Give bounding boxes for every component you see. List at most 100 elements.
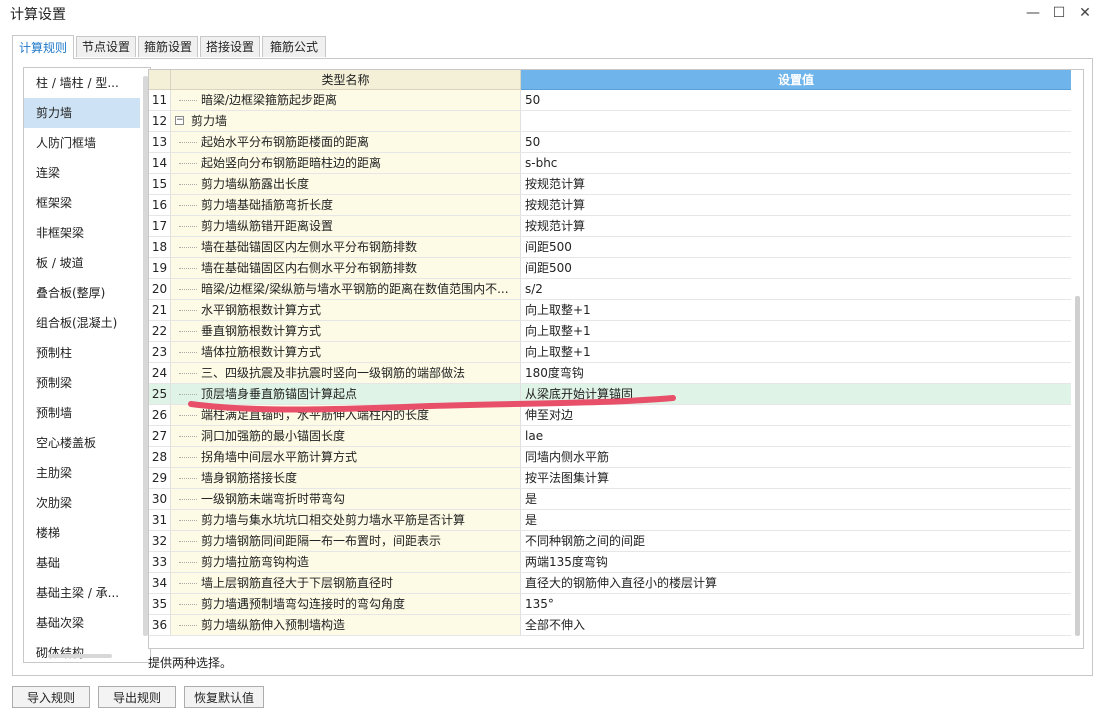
tab-stirrup-formula[interactable]: 箍筋公式 [262, 36, 326, 57]
row-setting-value[interactable]: 间距500 [521, 258, 1071, 279]
row-setting-value[interactable]: 全部不伸入 [521, 615, 1071, 636]
sidebar-item[interactable]: 叠合板(整厚) [24, 278, 140, 308]
row-setting-value[interactable]: 从梁底开始计算锚固 [521, 384, 1071, 405]
row-setting-value[interactable]: 间距500 [521, 237, 1071, 258]
row-setting-value[interactable]: 伸至对边 [521, 405, 1071, 426]
table-row[interactable]: 23 墙体拉筋根数计算方式 向上取整+1 [149, 342, 1071, 363]
sidebar-item[interactable]: 预制柱 [24, 338, 140, 368]
table-row[interactable]: 20 暗梁/边框梁/梁纵筋与墙水平钢筋的距离在数值范围内不... s/2 [149, 279, 1071, 300]
window-title: 计算设置 [10, 7, 66, 23]
sidebar-item[interactable]: 剪力墙 [24, 98, 140, 128]
row-setting-value[interactable]: 按规范计算 [521, 216, 1071, 237]
sidebar-item[interactable]: 基础 [24, 548, 140, 578]
sidebar-item[interactable]: 楼梯 [24, 518, 140, 548]
minimize-icon[interactable]: — [1022, 3, 1044, 23]
tree-guide-line [179, 142, 197, 143]
sidebar-item[interactable]: 非框架梁 [24, 218, 140, 248]
table-row[interactable]: 35 剪力墙遇预制墙弯勾连接时的弯勾角度 135° [149, 594, 1071, 615]
row-setting-value[interactable]: 50 [521, 90, 1071, 111]
sidebar-item[interactable]: 板 / 坡道 [24, 248, 140, 278]
sidebar-item[interactable]: 砌体结构 [24, 638, 140, 662]
grid-header: 类型名称 设置值 [149, 70, 1083, 90]
table-row[interactable]: 27 洞口加强筋的最小锚固长度 lae [149, 426, 1071, 447]
sidebar-item[interactable]: 基础主梁 / 承... [24, 578, 140, 608]
restore-defaults-button[interactable]: 恢复默认值 [184, 686, 264, 708]
table-row[interactable]: 31 剪力墙与集水坑坑口相交处剪力墙水平筋是否计算 是 [149, 510, 1071, 531]
row-setting-value[interactable]: 向上取整+1 [521, 342, 1071, 363]
row-type-name: 剪力墙基础插筋弯折长度 [171, 195, 521, 216]
table-row[interactable]: 36 剪力墙纵筋伸入预制墙构造 全部不伸入 [149, 615, 1071, 636]
table-row[interactable]: 18 墙在基础锚固区内左侧水平分布钢筋排数 间距500 [149, 237, 1071, 258]
sidebar-item[interactable]: 空心楼盖板 [24, 428, 140, 458]
table-row[interactable]: 24 三、四级抗震及非抗震时竖向一级钢筋的端部做法 180度弯钩 [149, 363, 1071, 384]
table-row[interactable]: 29 墙身钢筋搭接长度 按平法图集计算 [149, 468, 1071, 489]
row-setting-value[interactable]: 向上取整+1 [521, 300, 1071, 321]
row-setting-value[interactable]: 同墙内侧水平筋 [521, 447, 1071, 468]
row-setting-value[interactable]: 是 [521, 489, 1071, 510]
table-row[interactable]: 22 垂直钢筋根数计算方式 向上取整+1 [149, 321, 1071, 342]
table-row[interactable]: 25 顶层墙身垂直筋锚固计算起点 从梁底开始计算锚固 [149, 384, 1071, 405]
row-setting-value[interactable]: 按规范计算 [521, 195, 1071, 216]
row-setting-value[interactable]: 是 [521, 510, 1071, 531]
row-type-name: 端柱满足直锚时，水平筋伸入端柱内的长度 [171, 405, 521, 426]
table-row[interactable]: 15 剪力墙纵筋露出长度 按规范计算 [149, 174, 1071, 195]
close-icon[interactable]: ✕ [1074, 3, 1096, 23]
table-row[interactable]: 34 墙上层钢筋直径大于下层钢筋直径时 直径大的钢筋伸入直径小的楼层计算 [149, 573, 1071, 594]
table-row[interactable]: 33 剪力墙拉筋弯钩构造 两端135度弯钩 [149, 552, 1071, 573]
tree-guide-line [179, 226, 197, 227]
tab-node-settings[interactable]: 节点设置 [76, 36, 136, 57]
sidebar-item[interactable]: 主肋梁 [24, 458, 140, 488]
table-row[interactable]: 16 剪力墙基础插筋弯折长度 按规范计算 [149, 195, 1071, 216]
row-setting-value[interactable]: 不同种钢筋之间的间距 [521, 531, 1071, 552]
table-row[interactable]: 11 暗梁/边框梁箍筋起步距离 50 [149, 90, 1071, 111]
table-row[interactable]: 21 水平钢筋根数计算方式 向上取整+1 [149, 300, 1071, 321]
row-setting-value[interactable]: 180度弯钩 [521, 363, 1071, 384]
sidebar-item[interactable]: 预制墙 [24, 398, 140, 428]
row-type-name: 墙体拉筋根数计算方式 [171, 342, 521, 363]
row-setting-value[interactable]: s/2 [521, 279, 1071, 300]
row-setting-value[interactable]: 按平法图集计算 [521, 468, 1071, 489]
import-rules-button[interactable]: 导入规则 [12, 686, 90, 708]
table-row[interactable]: 13 起始水平分布钢筋距楼面的距离 50 [149, 132, 1071, 153]
table-row[interactable]: 14 起始竖向分布钢筋距暗柱边的距离 s-bhc [149, 153, 1071, 174]
sidebar-item[interactable]: 框架梁 [24, 188, 140, 218]
maximize-icon[interactable]: ☐ [1048, 3, 1070, 23]
row-setting-value[interactable] [521, 111, 1071, 132]
tree-guide-line [179, 352, 197, 353]
row-setting-value[interactable]: 向上取整+1 [521, 321, 1071, 342]
sidebar-item[interactable]: 连梁 [24, 158, 140, 188]
row-number: 25 [149, 384, 171, 405]
sidebar-item[interactable]: 预制梁 [24, 368, 140, 398]
row-setting-value[interactable]: 135° [521, 594, 1071, 615]
row-number: 34 [149, 573, 171, 594]
table-row[interactable]: 19 墙在基础锚固区内右侧水平分布钢筋排数 间距500 [149, 258, 1071, 279]
row-setting-value[interactable]: 50 [521, 132, 1071, 153]
table-row[interactable]: 12− 剪力墙 [149, 111, 1071, 132]
export-rules-button[interactable]: 导出规则 [98, 686, 176, 708]
row-setting-value[interactable]: 直径大的钢筋伸入直径小的楼层计算 [521, 573, 1071, 594]
row-setting-value[interactable]: lae [521, 426, 1071, 447]
table-row[interactable]: 30 一级钢筋未端弯折时带弯勾 是 [149, 489, 1071, 510]
sidebar-item[interactable]: 基础次梁 [24, 608, 140, 638]
tab-stirrup-settings[interactable]: 箍筋设置 [138, 36, 198, 57]
row-number: 17 [149, 216, 171, 237]
sidebar-item[interactable]: 人防门框墙 [24, 128, 140, 158]
table-row[interactable]: 28 拐角墙中间层水平筋计算方式 同墙内侧水平筋 [149, 447, 1071, 468]
tab-lap-settings[interactable]: 搭接设置 [200, 36, 260, 57]
sidebar-item[interactable]: 次肋梁 [24, 488, 140, 518]
table-row[interactable]: 32 剪力墙钢筋同间距隔一布一布置时，间距表示 不同种钢筋之间的间距 [149, 531, 1071, 552]
row-type-name-text: 墙身钢筋搭接长度 [201, 471, 298, 485]
row-setting-value[interactable]: 按规范计算 [521, 174, 1071, 195]
sidebar-item[interactable]: 组合板(混凝土) [24, 308, 140, 338]
sidebar-item[interactable]: 柱 / 墙柱 / 型... [24, 68, 140, 98]
sidebar-hscrollbar[interactable] [48, 654, 112, 658]
table-row[interactable]: 17 剪力墙纵筋错开距离设置 按规范计算 [149, 216, 1071, 237]
row-number: 11 [149, 90, 171, 111]
tab-calc-rules[interactable]: 计算规则 [12, 35, 74, 59]
collapse-toggle-icon[interactable]: − [175, 116, 184, 125]
row-setting-value[interactable]: s-bhc [521, 153, 1071, 174]
row-type-name: 剪力墙拉筋弯钩构造 [171, 552, 521, 573]
row-setting-value[interactable]: 两端135度弯钩 [521, 552, 1071, 573]
table-row[interactable]: 26 端柱满足直锚时，水平筋伸入端柱内的长度 伸至对边 [149, 405, 1071, 426]
grid-scrollbar[interactable] [1075, 296, 1080, 636]
